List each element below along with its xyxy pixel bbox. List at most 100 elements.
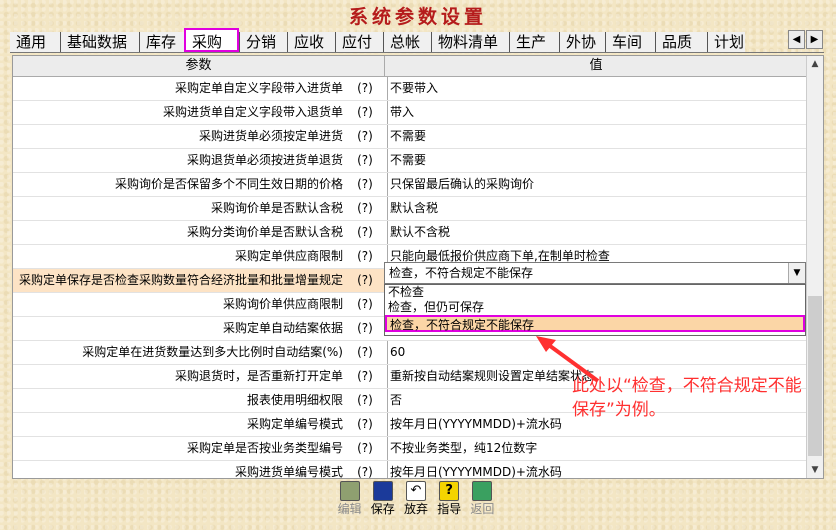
param-label: 采购定单编号模式 (246, 417, 343, 431)
tab-5[interactable]: 应收 (287, 32, 335, 52)
param-label: 采购定单自动结案依据 (222, 321, 343, 335)
table-row[interactable]: 采购进货单自定义字段带入退货单 (?) 带入 (13, 101, 807, 125)
param-value[interactable]: 按年月日(YYYYMMDD)+流水码 (387, 461, 810, 478)
help-icon[interactable]: (?) (355, 461, 375, 478)
tab-9[interactable]: 生产 (509, 32, 559, 52)
undo-icon: ↶ (406, 481, 426, 501)
bottom-toolbar: 编辑 保存 ↶ 放弃? 指导 返回 (334, 481, 500, 517)
value-dropdown-list: 不检查 检查，但仍可保存 检查，不符合规定不能保存 (384, 284, 806, 336)
tab-10[interactable]: 外协 (559, 32, 605, 52)
table-row[interactable]: 采购定单在进货数量达到多大比例时自动结案(%) (?) 60 (13, 341, 807, 365)
scroll-thumb[interactable] (808, 296, 822, 456)
param-label: 采购询价是否保留多个不同生效日期的价格 (114, 177, 343, 191)
table-row[interactable]: 采购询价单是否默认含税 (?) 默认含税 (13, 197, 807, 221)
tab-1[interactable]: 基础数据 (60, 32, 139, 52)
param-value[interactable]: 默认不含税 (387, 221, 810, 244)
tab-13[interactable]: 计划 (707, 32, 745, 52)
tab-scroll-left-icon[interactable]: ◀ (788, 30, 805, 49)
param-label: 采购询价单是否默认含税 (210, 201, 343, 215)
help-icon[interactable]: (?) (355, 437, 375, 460)
toolbar-label: 编辑 (337, 502, 362, 516)
dropdown-option[interactable]: 检查，但仍可保存 (385, 300, 805, 315)
help-icon[interactable]: (?) (355, 317, 375, 340)
tab-6[interactable]: 应付 (335, 32, 383, 52)
save-icon (372, 481, 393, 501)
dropdown-option[interactable]: 不检查 (385, 285, 805, 300)
table-row[interactable]: 采购询价是否保留多个不同生效日期的价格 (?) 只保留最后确认的采购询价 (13, 173, 807, 197)
tab-bar-baseline (10, 52, 824, 53)
dropdown-option[interactable]: 检查，不符合规定不能保存 (385, 315, 805, 332)
scroll-up-icon[interactable]: ▲ (807, 56, 823, 72)
param-value[interactable]: 不要带入 (387, 77, 810, 100)
param-label: 采购分类询价单是否默认含税 (186, 225, 343, 239)
help-icon[interactable]: (?) (355, 365, 375, 388)
tab-12[interactable]: 品质 (655, 32, 707, 52)
toolbar-label: 放弃 (404, 502, 429, 516)
tab-3[interactable]: 采购 (184, 28, 239, 52)
vertical-scrollbar[interactable]: ▲ ▼ (806, 56, 823, 478)
param-value[interactable]: 不需要 (387, 149, 810, 172)
table-row[interactable]: 采购进货单编号模式 (?) 按年月日(YYYYMMDD)+流水码 (13, 461, 810, 478)
param-label: 采购进货单必须按定单进货 (198, 129, 343, 143)
tab-8[interactable]: 物料清单 (431, 32, 509, 52)
help-icon[interactable]: (?) (355, 413, 375, 436)
param-value[interactable]: 默认含税 (387, 197, 810, 220)
help-icon[interactable]: (?) (355, 197, 375, 220)
toolbar-button-2[interactable]: ↶ 放弃 (400, 481, 431, 517)
toolbar-label: 指导 (437, 502, 462, 516)
grid-header: 参数 值 (13, 56, 823, 77)
param-label: 采购定单保存是否检查采购数量符合经济批量和批量增量规定 (18, 273, 343, 287)
help-icon[interactable]: (?) (355, 269, 375, 292)
table-row[interactable]: 采购定单自定义字段带入进货单 (?) 不要带入 (13, 77, 807, 101)
param-value[interactable]: 带入 (387, 101, 810, 124)
help-icon[interactable]: (?) (355, 149, 375, 172)
help-icon[interactable]: (?) (355, 341, 375, 364)
tab-bar: ◀ ▶ 通用 基础数据 库存 采购 分销 应收 应付 总帐 物料清单 生产 外协 车间 品质 计划 (10, 28, 824, 54)
param-label: 采购定单在进货数量达到多大比例时自动结案(%) (82, 345, 343, 359)
tab-scroll-right-icon[interactable]: ▶ (806, 30, 823, 49)
value-select-text: 检查，不符合规定不能保存 (389, 266, 534, 280)
toolbar-button-0[interactable]: 编辑 (334, 481, 365, 517)
param-label: 采购定单供应商限制 (234, 249, 343, 263)
param-value[interactable]: 60 (387, 341, 810, 364)
help-icon[interactable]: (?) (355, 125, 375, 148)
param-label: 采购询价单供应商限制 (222, 297, 343, 311)
param-label: 采购进货单自定义字段带入退货单 (162, 105, 343, 119)
edit-icon (339, 481, 360, 501)
toolbar-button-3[interactable]: ? 指导 (434, 481, 465, 517)
tab-11[interactable]: 车间 (605, 32, 655, 52)
help-icon: ? (439, 481, 460, 501)
annotation-text: 此处以“检查，不符合规定不能保存”为例。 (572, 376, 802, 420)
help-icon[interactable]: (?) (355, 221, 375, 244)
help-icon[interactable]: (?) (355, 293, 375, 316)
help-icon[interactable]: (?) (355, 389, 375, 412)
toolbar-button-1[interactable]: 保存 (367, 481, 398, 517)
param-label: 采购定单是否按业务类型编号 (186, 441, 343, 455)
help-icon[interactable]: (?) (355, 245, 375, 268)
tab-7[interactable]: 总帐 (383, 32, 431, 52)
param-value[interactable]: 只保留最后确认的采购询价 (387, 173, 810, 196)
help-icon[interactable]: (?) (355, 173, 375, 196)
param-label: 采购退货单必须按进货单退货 (186, 153, 343, 167)
scroll-down-icon[interactable]: ▼ (807, 462, 823, 478)
chevron-down-icon[interactable]: ▼ (788, 263, 805, 283)
tab-4[interactable]: 分销 (239, 32, 287, 52)
header-value[interactable]: 值 (385, 56, 807, 76)
param-label: 采购退货时，是否重新打开定单 (174, 369, 343, 383)
table-row[interactable]: 采购定单是否按业务类型编号 (?) 不按业务类型，纯12位数字 (13, 437, 807, 461)
toolbar-label: 返回 (470, 502, 495, 516)
tab-2[interactable]: 库存 (139, 32, 184, 52)
help-icon[interactable]: (?) (355, 77, 375, 100)
param-value[interactable]: 不需要 (387, 125, 810, 148)
header-param[interactable]: 参数 (13, 56, 385, 76)
param-label: 采购定单自定义字段带入进货单 (174, 81, 343, 95)
toolbar-button-4[interactable]: 返回 (467, 481, 498, 517)
window-title: 系统参数设置 (348, 6, 487, 28)
value-select[interactable]: 检查，不符合规定不能保存 ▼ (384, 262, 806, 284)
help-icon[interactable]: (?) (355, 101, 375, 124)
param-value[interactable]: 不按业务类型，纯12位数字 (387, 437, 810, 460)
table-row[interactable]: 采购退货单必须按进货单退货 (?) 不需要 (13, 149, 807, 173)
table-row[interactable]: 采购进货单必须按定单进货 (?) 不需要 (13, 125, 807, 149)
table-row[interactable]: 采购分类询价单是否默认含税 (?) 默认不含税 (13, 221, 807, 245)
tab-0[interactable]: 通用 (10, 32, 60, 52)
